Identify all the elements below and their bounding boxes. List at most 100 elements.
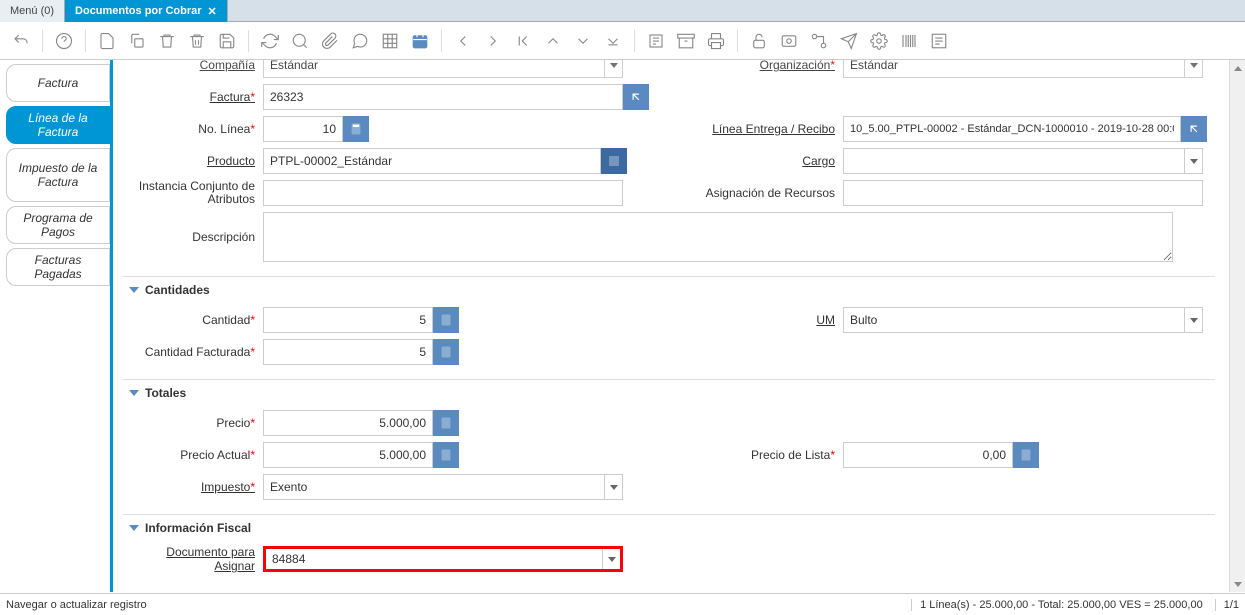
tab-menu[interactable]: Menú (0)	[0, 0, 65, 22]
precio-calc-button[interactable]	[433, 410, 459, 436]
section-title: Totales	[145, 386, 186, 400]
label-doc-asignar: Documento para Asignar	[123, 545, 263, 573]
label-precio: Precio*	[123, 416, 263, 430]
linea-entrega-goto-button[interactable]	[1181, 116, 1207, 142]
impuesto-combo[interactable]: Exento	[263, 474, 623, 500]
tab-menu-label: Menú (0)	[10, 5, 54, 17]
side-nav: Factura Línea de la Factura Impuesto de …	[0, 60, 110, 592]
status-left: Navegar o actualizar registro	[6, 599, 147, 611]
first-icon[interactable]	[512, 30, 534, 52]
sidebar-item-factura[interactable]: Factura	[6, 64, 110, 102]
sidebar-label: Factura	[38, 76, 79, 90]
lock-icon[interactable]	[748, 30, 770, 52]
last-icon[interactable]	[602, 30, 624, 52]
sidebar-item-impuesto[interactable]: Impuesto de la Factura	[6, 148, 110, 202]
precio-input[interactable]	[263, 410, 433, 436]
chat-icon[interactable]	[349, 30, 371, 52]
precio-lista-input[interactable]	[843, 442, 1013, 468]
new-icon[interactable]	[96, 30, 118, 52]
toolbar	[0, 22, 1245, 60]
next-icon[interactable]	[482, 30, 504, 52]
calendar-icon[interactable]	[409, 30, 431, 52]
help-icon[interactable]	[53, 30, 75, 52]
doc-asignar-value: 84884	[272, 552, 305, 566]
print-icon[interactable]	[705, 30, 727, 52]
prev-icon[interactable]	[452, 30, 474, 52]
precio-actual-calc-button[interactable]	[433, 442, 459, 468]
search-icon[interactable]	[289, 30, 311, 52]
section-cantidades[interactable]: Cantidades	[123, 276, 1215, 297]
chevron-down-icon[interactable]	[1184, 308, 1202, 332]
close-icon[interactable]: ✕	[208, 5, 217, 18]
collapse-icon	[129, 525, 139, 531]
doc-asignar-combo[interactable]: 84884	[263, 546, 623, 572]
no-linea-input[interactable]	[263, 116, 343, 142]
linea-entrega-input[interactable]	[843, 116, 1181, 142]
attachment-icon[interactable]	[319, 30, 341, 52]
section-totales[interactable]: Totales	[123, 379, 1215, 400]
chevron-down-icon[interactable]	[602, 549, 620, 569]
sidebar-item-linea[interactable]: Línea de la Factura	[6, 106, 110, 144]
factura-input[interactable]	[263, 84, 623, 110]
undo-icon[interactable]	[10, 30, 32, 52]
zoom-icon[interactable]	[778, 30, 800, 52]
label-impuesto: Impuesto*	[123, 480, 263, 494]
send-icon[interactable]	[838, 30, 860, 52]
cantidad-input[interactable]	[263, 307, 433, 333]
section-title: Cantidades	[145, 283, 210, 297]
label-precio-actual: Precio Actual*	[123, 448, 263, 462]
cantidad-fact-calc-button[interactable]	[433, 339, 459, 365]
compania-combo[interactable]: Estándar	[263, 60, 623, 78]
settings-icon[interactable]	[868, 30, 890, 52]
tab-documentos[interactable]: Documentos por Cobrar ✕	[65, 0, 228, 22]
label-organizacion: Organización*	[663, 60, 843, 72]
chevron-down-icon[interactable]	[604, 60, 622, 77]
factura-goto-button[interactable]	[623, 84, 649, 110]
refresh-icon[interactable]	[259, 30, 281, 52]
delete-icon[interactable]	[156, 30, 178, 52]
instancia-input[interactable]	[263, 180, 623, 206]
sidebar-item-programa[interactable]: Programa de Pagos	[6, 206, 110, 244]
sidebar-item-pagadas[interactable]: Facturas Pagadas	[6, 248, 110, 286]
form-icon[interactable]	[928, 30, 950, 52]
label-instancia: Instancia Conjunto de Atributos	[123, 180, 263, 206]
label-descripcion: Descripción	[123, 230, 263, 244]
chevron-down-icon[interactable]	[1184, 60, 1202, 77]
up-icon[interactable]	[542, 30, 564, 52]
cantidad-calc-button[interactable]	[433, 307, 459, 333]
tab-documentos-label: Documentos por Cobrar	[75, 5, 202, 17]
cantidad-fact-input[interactable]	[263, 339, 433, 365]
asignacion-input[interactable]	[843, 180, 1203, 206]
scrollbar[interactable]	[1229, 60, 1245, 592]
descripcion-textarea[interactable]	[263, 212, 1173, 262]
chevron-down-icon[interactable]	[1184, 149, 1202, 173]
organizacion-combo[interactable]: Estándar	[843, 60, 1203, 78]
precio-lista-calc-button[interactable]	[1013, 442, 1039, 468]
um-combo[interactable]: Bulto	[843, 307, 1203, 333]
precio-actual-input[interactable]	[263, 442, 433, 468]
no-linea-calc-button[interactable]	[343, 116, 369, 142]
label-asignacion: Asignación de Recursos	[663, 186, 843, 200]
collapse-icon	[129, 390, 139, 396]
label-precio-lista: Precio de Lista*	[663, 448, 843, 462]
scroll-down-icon[interactable]	[1230, 576, 1245, 592]
barcode-icon[interactable]	[898, 30, 920, 52]
form-area: Compañía Estándar Organización* Estándar	[110, 60, 1245, 592]
save-icon[interactable]	[216, 30, 238, 52]
workflow-icon[interactable]	[808, 30, 830, 52]
section-fiscal[interactable]: Información Fiscal	[123, 514, 1215, 535]
copy-icon[interactable]	[126, 30, 148, 52]
archive-icon[interactable]	[675, 30, 697, 52]
top-tabs: Menú (0) Documentos por Cobrar ✕	[0, 0, 1245, 22]
organizacion-value: Estándar	[850, 60, 898, 72]
producto-input[interactable]	[263, 148, 601, 174]
cargo-combo[interactable]	[843, 148, 1203, 174]
chevron-down-icon[interactable]	[604, 475, 622, 499]
down-icon[interactable]	[572, 30, 594, 52]
status-bar: Navegar o actualizar registro 1 Línea(s)…	[0, 593, 1245, 615]
report-icon[interactable]	[645, 30, 667, 52]
delete2-icon[interactable]	[186, 30, 208, 52]
grid-icon[interactable]	[379, 30, 401, 52]
scroll-up-icon[interactable]	[1230, 60, 1245, 76]
producto-lookup-button[interactable]	[601, 148, 627, 174]
